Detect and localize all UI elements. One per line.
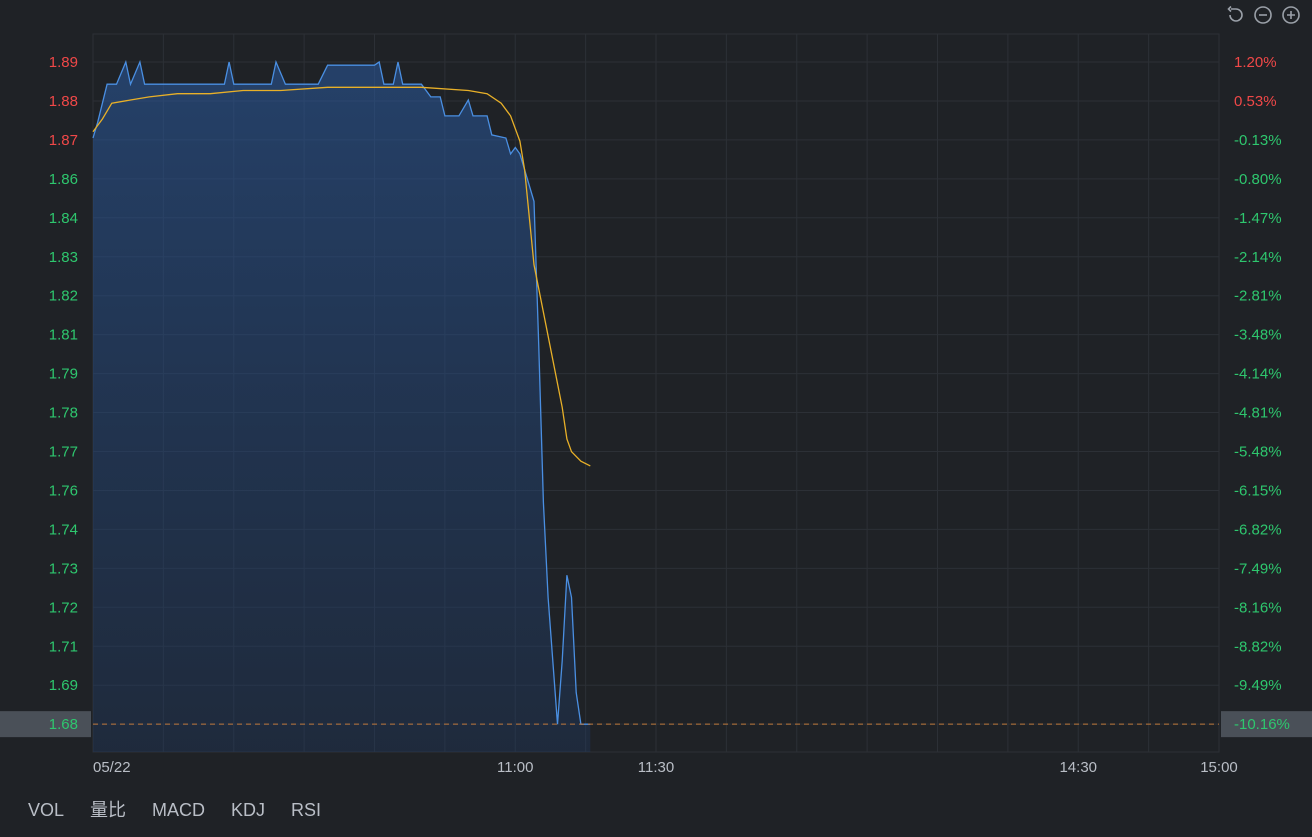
left-tick-label: 1.86 [49,171,78,188]
right-tick-label: -0.80% [1234,171,1282,188]
tab-vol[interactable]: VOL [28,798,77,822]
time-tick-label: 15:00 [1200,759,1238,776]
left-tick-label: 1.88 [49,93,78,110]
right-percent-axis: 1.20% 0.53% -0.13% -0.80% -1.47% -2.14% -2.81%… [1234,54,1282,694]
right-tick-label: -6.82% [1234,521,1282,538]
right-tick-label: 1.20% [1234,54,1277,71]
tab-macd[interactable]: MACD [139,798,218,822]
right-tick-label: -4.14% [1234,366,1282,383]
right-tick-label: -0.13% [1234,132,1282,149]
time-tick-label: 11:00 [497,759,533,776]
left-tick-label: 1.83 [49,249,78,266]
chart-toolbar [1224,4,1302,26]
left-tick-label: 1.71 [49,638,78,655]
left-tick-label: 1.69 [49,677,78,694]
reset-button[interactable] [1224,4,1246,26]
tab-volume-ratio[interactable]: 量比 [77,798,139,822]
right-tick-label: -8.16% [1234,599,1282,616]
zoom-out-button[interactable] [1252,4,1274,26]
right-tick-label: -8.82% [1234,638,1282,655]
right-tick-label: -6.15% [1234,482,1282,499]
left-tick-label: 1.84 [49,210,78,227]
left-tick-label: 1.89 [49,54,78,71]
right-tick-label: -3.48% [1234,327,1282,344]
price-area [93,62,591,752]
left-tick-label: 1.74 [49,521,78,538]
zoom-in-button[interactable] [1280,4,1302,26]
series-layer [92,59,591,752]
left-tick-label: 1.76 [49,482,78,499]
left-price-axis: 1.89 1.88 1.87 1.86 1.84 1.83 1.82 1.81 1.79 1.78… [49,54,78,694]
date-label: 05/22 [93,759,131,776]
right-tick-label: -9.49% [1234,677,1282,694]
intraday-chart[interactable]: 1.89 1.88 1.87 1.86 1.84 1.83 1.82 1.81 1.79 1.78… [0,0,1312,837]
time-tick-label: 14:30 [1059,759,1097,776]
reset-icon [1227,5,1243,22]
right-tick-label: -7.49% [1234,560,1282,577]
current-price-label: 1.68 [49,716,78,733]
zoom-in-icon [1282,6,1300,24]
indicator-tabs: VOL 量比 MACD KDJ RSI [28,798,334,822]
left-tick-label: 1.87 [49,132,78,149]
left-tick-label: 1.78 [49,405,78,422]
time-tick-label: 11:30 [638,759,674,776]
zoom-out-icon [1254,6,1272,24]
current-pct-label: -10.16% [1234,716,1290,733]
right-tick-label: -4.81% [1234,405,1282,422]
right-tick-label: -2.81% [1234,288,1282,305]
time-axis: 05/22 11:00 11:30 14:30 15:00 [93,759,1238,776]
left-tick-label: 1.79 [49,366,78,383]
left-tick-label: 1.77 [49,444,78,461]
right-tick-label: -1.47% [1234,210,1282,227]
left-tick-label: 1.82 [49,288,78,305]
tab-kdj[interactable]: KDJ [218,798,278,822]
left-tick-label: 1.72 [49,599,78,616]
tab-rsi[interactable]: RSI [278,798,334,822]
left-tick-label: 1.81 [49,327,78,344]
right-tick-label: -2.14% [1234,249,1282,266]
left-tick-label: 1.73 [49,560,78,577]
right-tick-label: 0.53% [1234,93,1277,110]
right-tick-label: -5.48% [1234,444,1282,461]
